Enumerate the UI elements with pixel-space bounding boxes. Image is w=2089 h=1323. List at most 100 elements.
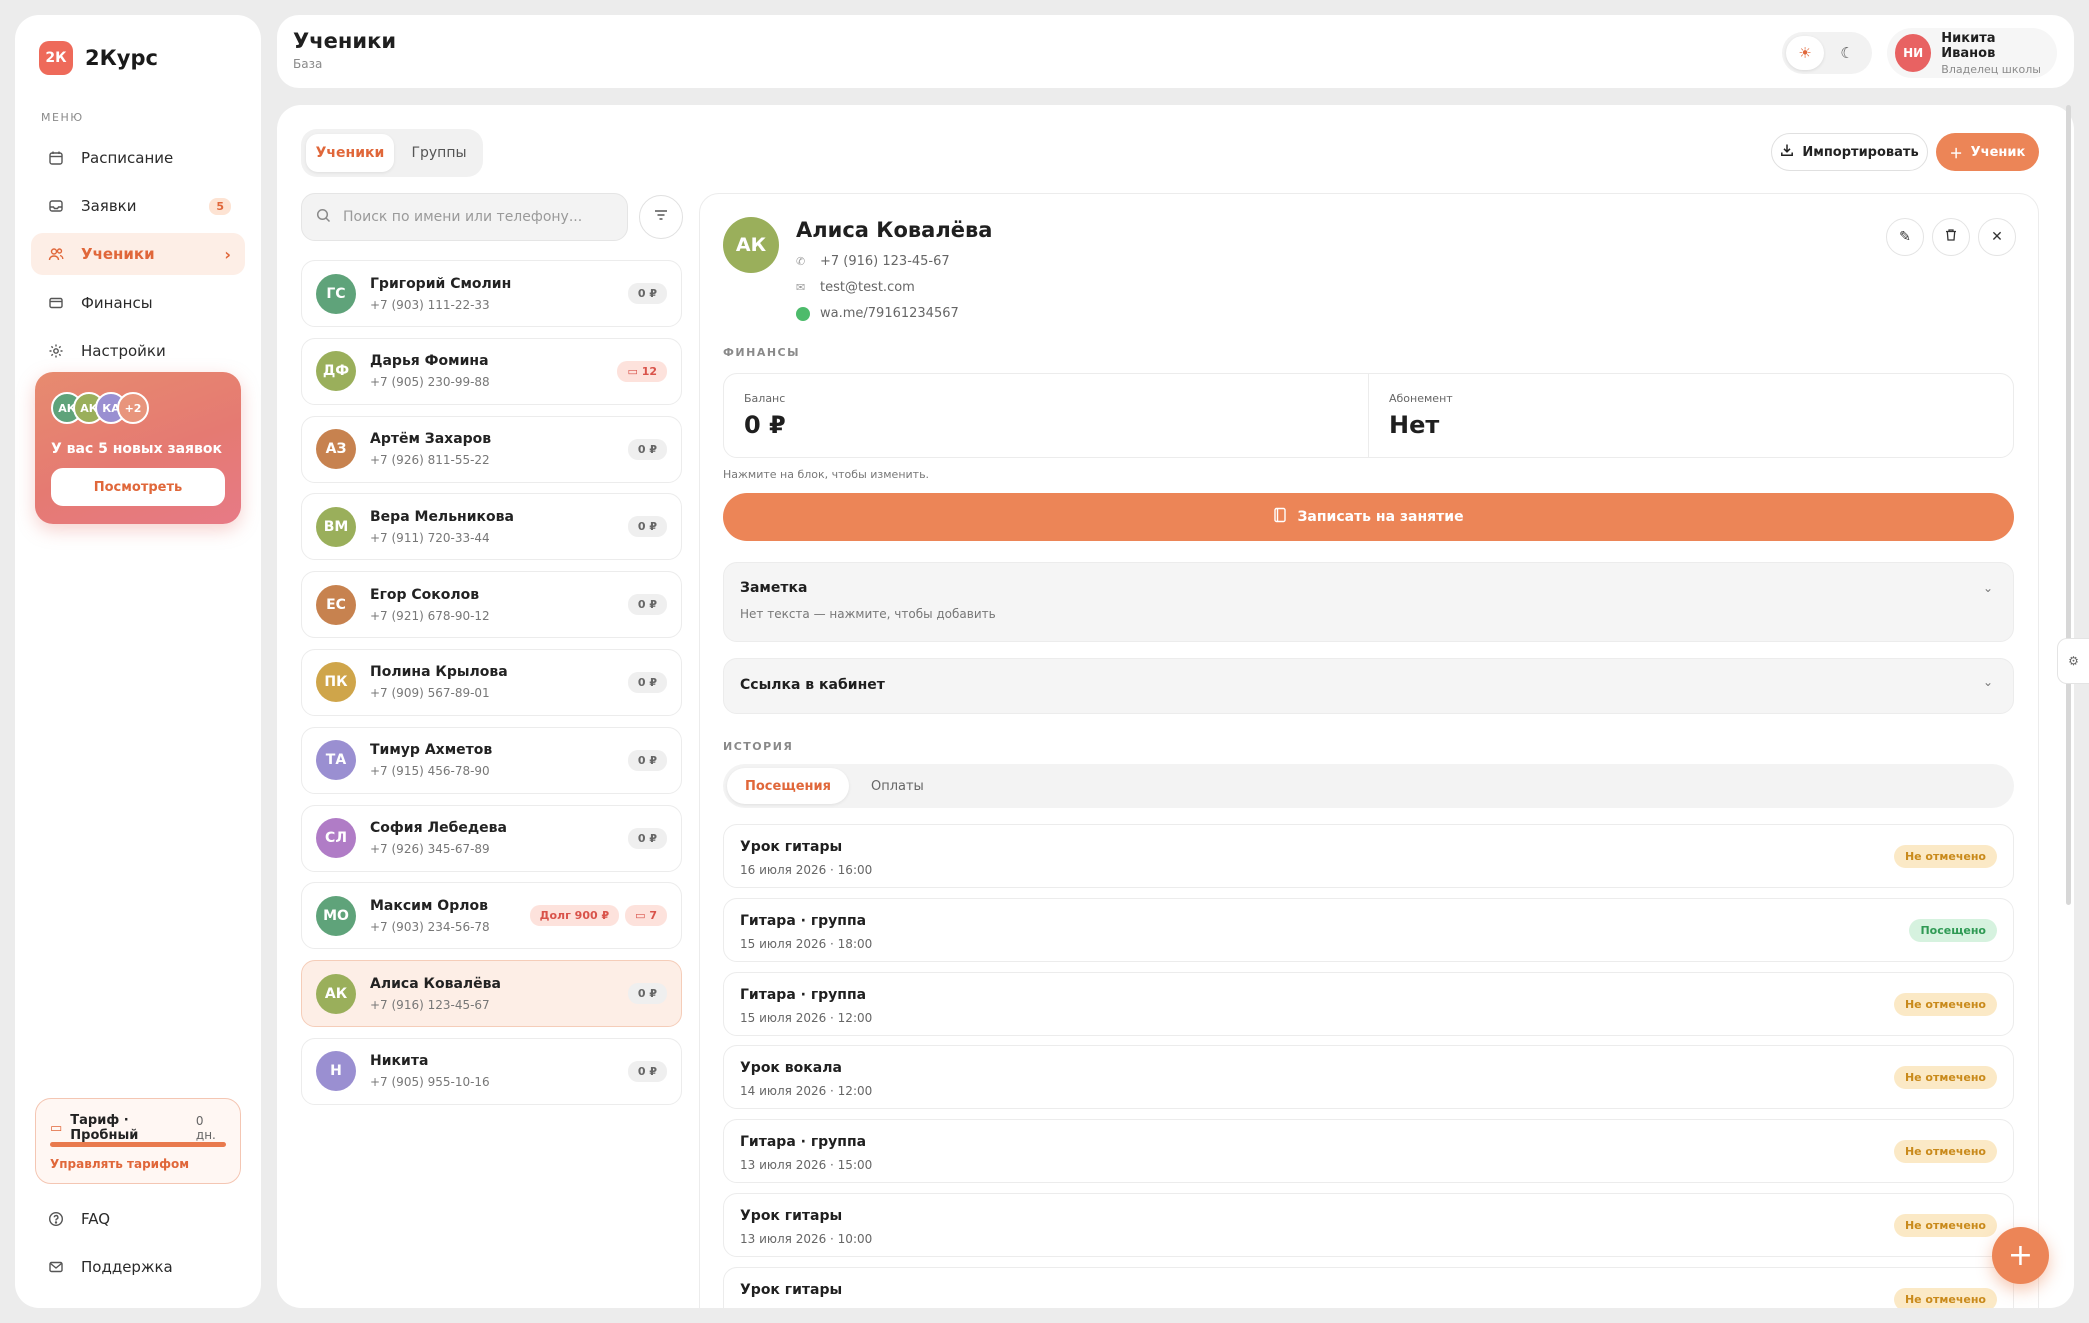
import-button[interactable]: Импортировать (1771, 133, 1928, 171)
student-list-item[interactable]: ВМ Вера Мельникова +7 (911) 720-33-44 0 … (301, 493, 682, 561)
visit-date: 13 июля 2026 · 15:00 (740, 1158, 873, 1173)
student-info: Григорий Смолин +7 (903) 111-22-33 (370, 276, 511, 312)
student-name: Артём Захаров (370, 431, 492, 448)
close-button[interactable]: ✕ (1978, 218, 2016, 256)
sidebar-item-schedule[interactable]: Расписание (31, 137, 245, 179)
student-list-item[interactable]: МО Максим Орлов +7 (903) 234-56-78 Долг … (301, 882, 682, 950)
sliders-icon: ⚙ (2068, 654, 2079, 668)
filter-icon (653, 207, 669, 227)
cabinet-link-title: Ссылка в кабинет (740, 677, 885, 693)
visit-item[interactable]: Гитара · группа 15 июля 2026 · 18:00 Пос… (723, 897, 2014, 962)
avatar: АК (316, 973, 356, 1014)
visit-item[interactable]: Гитара · группа 13 июля 2026 · 15:00 Не … (723, 1119, 2014, 1184)
student-phone: +7 (903) 111-22-33 (370, 297, 490, 312)
ticket-icon: ▭ (627, 364, 642, 378)
whatsapp-line[interactable]: wa.me/79161234567 (796, 306, 959, 321)
add-student-button[interactable]: ＋ Ученик (1936, 133, 2039, 171)
student-list-item[interactable]: АК Алиса Ковалёва +7 (916) 123-45-67 0 ₽ (301, 960, 682, 1028)
student-detail-card: АК Алиса Ковалёва ✆ +7 (916) 123-45-67 ✉… (699, 193, 2039, 1308)
avatar: Н (316, 1051, 356, 1092)
visit-status-badge[interactable]: Не отмечено (1893, 845, 1997, 868)
filter-button[interactable] (639, 195, 683, 239)
student-list-item[interactable]: ТА Тимур Ахметов +7 (915) 456-78-90 0 ₽ (301, 726, 682, 794)
visit-list: Урок гитары 16 июля 2026 · 16:00 Не отме… (723, 824, 2014, 1308)
delete-button[interactable] (1932, 218, 1970, 256)
visit-status-badge[interactable]: Не отмечено (1893, 1213, 1997, 1237)
visit-status-badge[interactable]: Не отмечено (1893, 1066, 1997, 1090)
sidebar-item-finance[interactable]: Финансы (31, 282, 245, 324)
view-requests-button[interactable]: Посмотреть (51, 468, 225, 506)
balance-block[interactable]: Баланс 0 ₽ (724, 374, 1368, 457)
sidebar-item-settings[interactable]: Настройки (31, 330, 245, 372)
student-list-item[interactable]: ЕС Егор Соколов +7 (921) 678-90-12 0 ₽ (301, 571, 682, 639)
visit-item[interactable]: Урок вокала 14 июля 2026 · 12:00 Не отме… (723, 1045, 2014, 1110)
finance-section-title: ФИНАНСЫ (723, 346, 801, 359)
student-phone: +7 (903) 234-56-78 (370, 919, 490, 934)
calendar-icon (45, 147, 67, 169)
sidebar-item-label: Настройки (81, 342, 166, 360)
visit-status-badge[interactable]: Посещено (1909, 918, 1997, 942)
history-tabs: Посещения Оплаты (723, 764, 2014, 808)
sidebar-item-label: Финансы (81, 294, 153, 312)
sidebar-item-requests[interactable]: Заявки 5 (31, 185, 245, 227)
user-name: Никита Иванов (1941, 30, 1996, 61)
user-menu[interactable]: НИ Никита Иванов Владелец школы (1887, 28, 2057, 78)
student-list-item[interactable]: ГС Григорий Смолин +7 (903) 111-22-33 0 … (301, 260, 682, 327)
visit-item[interactable]: Гитара · группа 15 июля 2026 · 12:00 Не … (723, 971, 2014, 1036)
student-phone: +7 (911) 720-33-44 (370, 530, 490, 545)
student-list-item[interactable]: АЗ Артём Захаров +7 (926) 811-55-22 0 ₽ (301, 415, 682, 483)
student-name: Григорий Смолин (370, 275, 512, 292)
balance-badge: 0 ₽ (627, 594, 667, 616)
theme-toggle: ☀ ☾ (1782, 32, 1872, 74)
sidebar-item-label: Поддержка (81, 1258, 173, 1276)
tariff-card: ▭ Тариф · Пробный 0 дн. Управлять тарифо… (35, 1098, 241, 1184)
settings-handle[interactable]: ⚙ (2057, 638, 2089, 684)
email-line: ✉ test@test.com (796, 280, 915, 295)
view-tabs: Ученики Группы (301, 129, 483, 177)
logo[interactable]: 2К 2Курс (39, 41, 158, 75)
visit-date: 15 июля 2026 · 18:00 (740, 936, 873, 951)
sidebar-item-support[interactable]: Поддержка (31, 1246, 245, 1288)
tab-payments[interactable]: Оплаты (853, 768, 942, 804)
visit-title: Урок вокала (740, 1060, 842, 1077)
sidebar-item-students[interactable]: Ученики › (31, 233, 245, 275)
student-list-item[interactable]: ПК Полина Крылова +7 (909) 567-89-01 0 ₽ (301, 648, 682, 716)
visit-item[interactable]: Урок гитары 16 июля 2026 · 16:00 Не отме… (723, 824, 2014, 888)
manage-tariff-link[interactable]: Управлять тарифом (50, 1157, 189, 1171)
avatar: АК (723, 217, 779, 273)
logo-mark: 2К (39, 41, 73, 75)
student-list-item[interactable]: ДФ Дарья Фомина +7 (905) 230-99-88 ▭ 12 (301, 337, 682, 405)
search-input[interactable]: Поиск по имени или телефону... (301, 193, 628, 241)
user-role: Владелец школы (1941, 62, 2041, 76)
tab-students[interactable]: Ученики (306, 134, 394, 172)
quick-add-button[interactable]: + (1992, 1227, 2049, 1284)
moon-icon[interactable]: ☾ (1828, 36, 1866, 70)
sidebar-item-faq[interactable]: FAQ (31, 1198, 245, 1240)
student-phone: +7 (921) 678-90-12 (370, 608, 490, 623)
avatar: НИ (1895, 34, 1932, 72)
page-scrollbar[interactable] (2066, 105, 2071, 905)
student-phone: +7 (916) 123-45-67 (820, 254, 950, 269)
tab-groups[interactable]: Группы (400, 134, 478, 172)
student-list-item[interactable]: Н Никита +7 (905) 955-10-16 0 ₽ (301, 1037, 682, 1105)
book-lesson-label: Записать на занятие (1297, 509, 1464, 525)
sun-icon[interactable]: ☀ (1786, 36, 1824, 70)
book-lesson-button[interactable]: Записать на занятие (723, 493, 2014, 541)
student-list: ГС Григорий Смолин +7 (903) 111-22-33 0 … (301, 260, 682, 1116)
visit-status-badge[interactable]: Не отмечено (1893, 1287, 1997, 1308)
visit-status-badge[interactable]: Не отмечено (1893, 992, 1997, 1016)
visit-item[interactable]: Урок гитары Не отмечено (723, 1266, 2014, 1308)
cabinet-link-accordion[interactable]: Ссылка в кабинет ⌄ (723, 658, 2014, 714)
student-name: Вера Мельникова (370, 508, 514, 525)
search-placeholder: Поиск по имени или телефону... (343, 209, 583, 225)
visit-status-badge[interactable]: Не отмечено (1893, 1140, 1997, 1164)
avatar: ПК (316, 662, 356, 703)
trash-icon (1944, 228, 1958, 246)
visit-item[interactable]: Урок гитары 13 июля 2026 · 10:00 Не отме… (723, 1192, 2014, 1257)
user-info: Никита Иванов Владелец школы (1941, 31, 2049, 76)
tab-visits[interactable]: Посещения (727, 768, 849, 804)
note-accordion[interactable]: Заметка Нет текста — нажмите, чтобы доба… (723, 562, 2014, 642)
edit-button[interactable]: ✎ (1886, 218, 1924, 256)
subscription-block[interactable]: Абонемент Нет (1368, 374, 2013, 457)
student-list-item[interactable]: СЛ София Лебедева +7 (926) 345-67-89 0 ₽ (301, 804, 682, 872)
